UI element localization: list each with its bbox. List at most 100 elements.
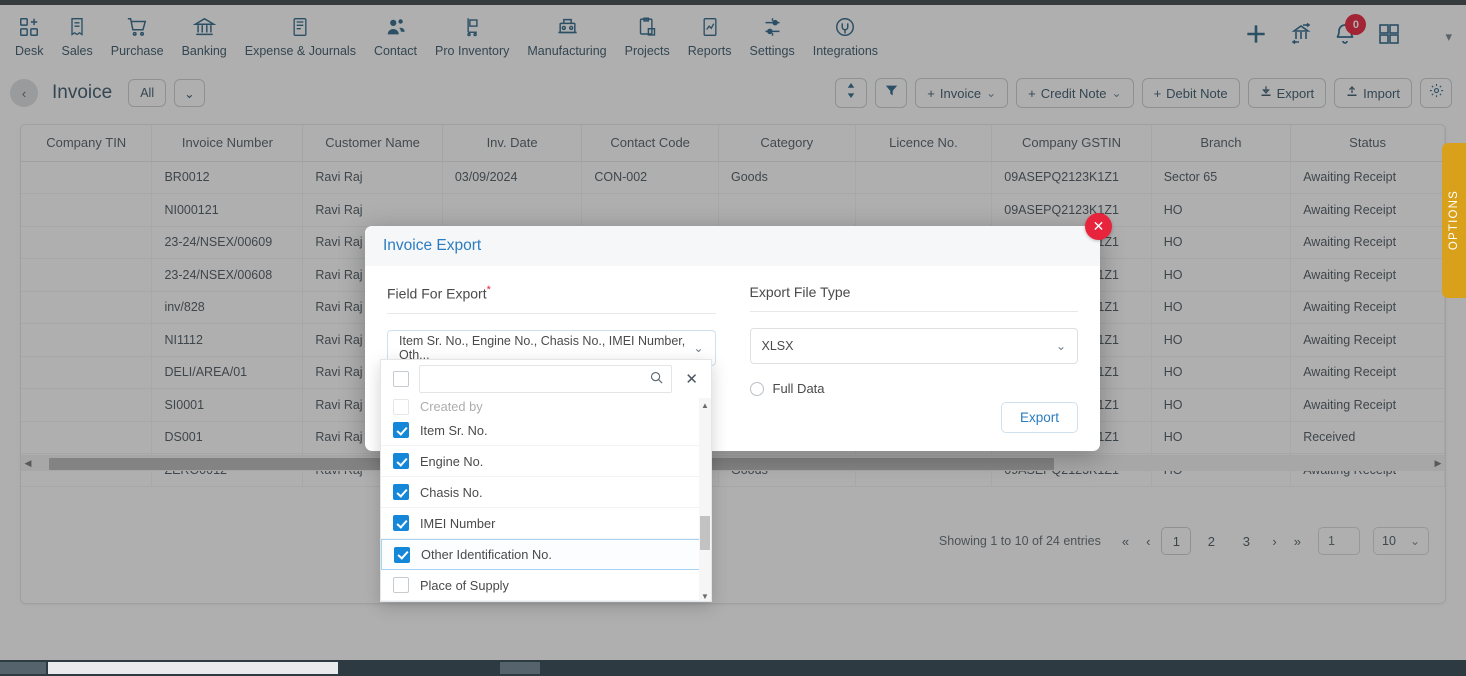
- filter-pill-all[interactable]: All: [128, 79, 167, 107]
- table-cell-company-tin: [21, 226, 153, 259]
- filter-dropdown-button[interactable]: ⌄: [174, 79, 205, 107]
- option-checkbox[interactable]: [394, 546, 410, 563]
- nav-item-contact[interactable]: Contact: [365, 14, 426, 58]
- apps-grid-icon[interactable]: [1377, 22, 1401, 51]
- close-x-icon[interactable]: ✕: [1085, 213, 1112, 240]
- window-bottom-scrollbar[interactable]: [0, 660, 1466, 676]
- nav-item-settings[interactable]: Settings: [741, 14, 804, 58]
- table-cell-invoice-number[interactable]: DELI/AREA/01: [151, 356, 304, 389]
- scrollbar-thumb[interactable]: [48, 662, 338, 674]
- chevron-down-icon[interactable]: ▾: [1445, 29, 1452, 45]
- page-button-1[interactable]: 1: [1161, 527, 1192, 555]
- nav-item-desk[interactable]: Desk: [6, 14, 52, 58]
- export-button[interactable]: Export: [1247, 78, 1327, 108]
- table-cell-invoice-number[interactable]: 23-24/NSEX/00608: [151, 258, 304, 292]
- chevron-left-icon[interactable]: ‹: [1140, 534, 1156, 549]
- caret-right-icon[interactable]: ▶: [1431, 458, 1445, 469]
- table-cell-invoice-number[interactable]: NI1112: [151, 323, 304, 357]
- page-button-3[interactable]: 3: [1231, 527, 1261, 555]
- dropdown-option-partial[interactable]: Created by: [381, 398, 711, 415]
- table-row[interactable]: BR0012 Ravi Raj 03/09/2024 CON-002 Goods 09AS…: [21, 161, 1445, 194]
- dropdown-option[interactable]: Other Identification No.: [381, 539, 711, 570]
- table-cell-invoice-number[interactable]: DS001: [151, 421, 304, 454]
- option-checkbox[interactable]: [393, 577, 409, 593]
- column-header-inv-date[interactable]: Inv. Date: [442, 125, 583, 162]
- import-button[interactable]: Import: [1334, 78, 1412, 108]
- dropdown-search-input[interactable]: [419, 365, 673, 393]
- bank-transfer-icon[interactable]: [1289, 22, 1313, 51]
- column-header-branch[interactable]: Branch: [1151, 125, 1292, 162]
- dropdown-option[interactable]: Place of Supply: [381, 570, 711, 601]
- page-number-input[interactable]: 1: [1318, 527, 1360, 555]
- filter-button[interactable]: [875, 78, 908, 108]
- dropdown-option[interactable]: Item Sr. No.: [381, 415, 711, 446]
- full-data-radio[interactable]: [749, 381, 764, 396]
- full-data-radio-row[interactable]: Full Data: [749, 381, 1079, 396]
- main-nav-items: Desk Sales Purchase Banking Expense & Jo: [6, 5, 887, 58]
- select-all-checkbox[interactable]: [393, 371, 409, 387]
- table-cell-invoice-number[interactable]: BR0012: [151, 161, 304, 194]
- caret-up-icon[interactable]: ▲: [699, 398, 711, 412]
- modal-header: Invoice Export: [365, 226, 1100, 266]
- clear-x-icon[interactable]: ✕: [682, 370, 701, 388]
- nav-item-expense-journals[interactable]: Expense & Journals: [236, 14, 365, 58]
- scroll-track[interactable]: [35, 457, 1431, 471]
- plus-icon[interactable]: [1243, 21, 1269, 52]
- table-horizontal-scrollbar[interactable]: ◀ ▶: [21, 455, 1445, 471]
- dropdown-options-list[interactable]: Created by ▲ ▼ Item Sr. No. Engine No. Cha…: [381, 398, 711, 601]
- dropdown-option[interactable]: Engine No.: [381, 446, 711, 477]
- table-cell-status: Awaiting Receipt: [1290, 258, 1445, 292]
- page-size-select[interactable]: 10 ⌄: [1373, 527, 1429, 555]
- nav-item-sales[interactable]: Sales: [52, 14, 101, 58]
- double-chevron-left-icon[interactable]: «: [1116, 534, 1135, 549]
- back-button[interactable]: ‹: [10, 79, 38, 107]
- sort-button[interactable]: [835, 78, 868, 108]
- dropdown-scrollbar[interactable]: ▲ ▼: [699, 398, 711, 601]
- new-invoice-button[interactable]: + Invoice ⌄: [915, 78, 1009, 108]
- table-cell-invoice-number[interactable]: NI000121: [151, 193, 304, 227]
- column-header-contact-code[interactable]: Contact Code: [581, 125, 719, 162]
- page-button-2[interactable]: 2: [1196, 527, 1226, 555]
- column-header-licence-no[interactable]: Licence No.: [855, 125, 993, 162]
- dropdown-scroll-thumb[interactable]: [700, 516, 710, 550]
- table-cell-invoice-number[interactable]: inv/828: [151, 291, 304, 324]
- column-header-company-tin[interactable]: Company TIN: [21, 125, 153, 162]
- modal-export-button[interactable]: Export: [1000, 402, 1078, 433]
- settings-button[interactable]: [1420, 78, 1452, 108]
- table-cell-invoice-number[interactable]: SI0001: [151, 388, 304, 422]
- new-debit-note-button[interactable]: + Debit Note: [1141, 78, 1240, 108]
- table-row[interactable]: NI000121 Ravi Raj 09ASEPQ2123K1Z1 HO Awaitin…: [21, 193, 1445, 227]
- caret-down-icon[interactable]: ▼: [699, 589, 711, 601]
- plus-icon: +: [1028, 85, 1036, 101]
- nav-item-banking[interactable]: Banking: [173, 14, 236, 58]
- export-file-type-select[interactable]: XLSX ⌄: [749, 328, 1078, 364]
- nav-label: Desk: [15, 44, 44, 58]
- options-side-tab[interactable]: OPTIONS: [1442, 143, 1466, 298]
- nav-item-purchase[interactable]: Purchase: [102, 14, 173, 58]
- option-checkbox[interactable]: [393, 453, 409, 469]
- nav-item-projects[interactable]: Projects: [616, 14, 679, 58]
- column-header-invoice-number[interactable]: Invoice Number: [151, 125, 304, 162]
- caret-left-icon[interactable]: ◀: [21, 458, 35, 469]
- new-credit-note-button[interactable]: + Credit Note ⌄: [1016, 78, 1134, 108]
- table-cell-invoice-number[interactable]: 23-24/NSEX/00609: [151, 226, 304, 259]
- bell-icon[interactable]: 0: [1333, 14, 1367, 51]
- table-cell-branch: HO: [1151, 356, 1292, 389]
- column-header-status[interactable]: Status: [1290, 125, 1445, 162]
- option-checkbox[interactable]: [393, 422, 409, 438]
- nav-item-manufacturing[interactable]: Manufacturing: [518, 14, 615, 58]
- dropdown-option[interactable]: Chasis No.: [381, 477, 711, 508]
- double-chevron-right-icon[interactable]: »: [1288, 534, 1307, 549]
- options-tab-label: OPTIONS: [1448, 190, 1460, 251]
- dropdown-option[interactable]: IMEI Number: [381, 508, 711, 539]
- column-header-category[interactable]: Category: [718, 125, 856, 162]
- nav-item-integrations[interactable]: Integrations: [804, 14, 887, 58]
- nav-item-reports[interactable]: Reports: [679, 14, 741, 58]
- option-checkbox[interactable]: [393, 484, 409, 500]
- nav-item-pro-inventory[interactable]: Pro Inventory: [426, 14, 518, 58]
- option-checkbox[interactable]: [393, 398, 409, 415]
- option-checkbox[interactable]: [393, 515, 409, 531]
- column-header-customer-name[interactable]: Customer Name: [302, 125, 443, 162]
- column-header-company-gstin[interactable]: Company GSTIN: [991, 125, 1152, 162]
- chevron-right-icon[interactable]: ›: [1266, 534, 1282, 549]
